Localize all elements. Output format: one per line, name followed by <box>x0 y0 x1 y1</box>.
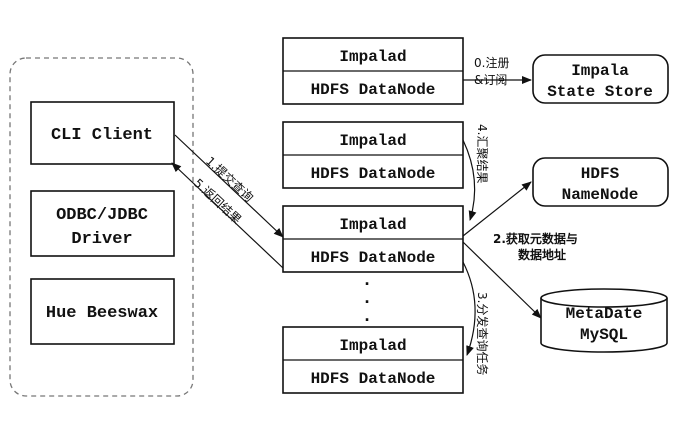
impalad-node-2: Impalad HDFS DataNode <box>282 121 464 189</box>
impalad-node-1: Impalad HDFS DataNode <box>282 37 464 105</box>
namenode-box: HDFS NameNode <box>532 157 669 207</box>
aggregate-arrow <box>462 139 477 221</box>
ellipsis-dot: . <box>362 271 373 291</box>
hue-beeswax-label: Hue Beeswax <box>46 304 158 323</box>
ellipsis-dot: . <box>362 307 373 327</box>
state-store-label-1: Impala <box>571 62 629 80</box>
datanode-label: HDFS DataNode <box>311 165 436 183</box>
datanode-label: HDFS DataNode <box>311 370 436 388</box>
node-ellipsis: . . . <box>362 271 373 327</box>
odbc-jdbc-label: ODBC/JDBC <box>56 206 148 225</box>
impalad-node-coordinator: Impalad HDFS DataNode <box>282 205 464 273</box>
register-label-2: &订阅 <box>474 73 507 87</box>
namenode-label-2: NameNode <box>562 186 639 204</box>
cli-client-label: CLI Client <box>51 126 153 145</box>
impalad-label: Impalad <box>339 337 406 355</box>
namenode-label-1: HDFS <box>581 165 620 183</box>
state-store-label-2: State Store <box>547 83 653 101</box>
aggregate-label: 4.汇聚结果 <box>475 124 489 183</box>
distribute-label: 3.分发查询任务 <box>475 292 490 375</box>
impalad-label: Impalad <box>339 132 406 150</box>
metadata-label-2: MySQL <box>580 326 628 344</box>
odbc-jdbc-driver-box: ODBC/JDBC Driver <box>30 190 175 257</box>
ellipsis-dot: . <box>362 289 373 309</box>
impalad-label: Impalad <box>339 216 406 234</box>
datanode-label: HDFS DataNode <box>311 249 436 267</box>
metadata-db-cylinder: MetaDate MySQL <box>540 288 668 353</box>
datanode-label: HDFS DataNode <box>311 81 436 99</box>
metadata-label-1: MetaDate <box>566 305 643 323</box>
distribute-arrow <box>462 261 476 356</box>
impalad-label: Impalad <box>339 48 406 66</box>
fetch-meta-label-1: 2.获取元数据与 <box>493 231 578 246</box>
fetch-meta-label-2: 数据地址 <box>518 247 566 262</box>
impala-architecture-diagram: CLI Client ODBC/JDBC Driver Hue Beeswax … <box>9 37 669 397</box>
impalad-node-n: Impalad HDFS DataNode <box>282 326 464 394</box>
state-store-box: Impala State Store <box>532 54 669 104</box>
hue-beeswax-box: Hue Beeswax <box>30 278 175 345</box>
cli-client-box: CLI Client <box>30 101 175 165</box>
driver-label: Driver <box>71 230 132 249</box>
register-label-1: 0.注册 <box>474 55 509 70</box>
